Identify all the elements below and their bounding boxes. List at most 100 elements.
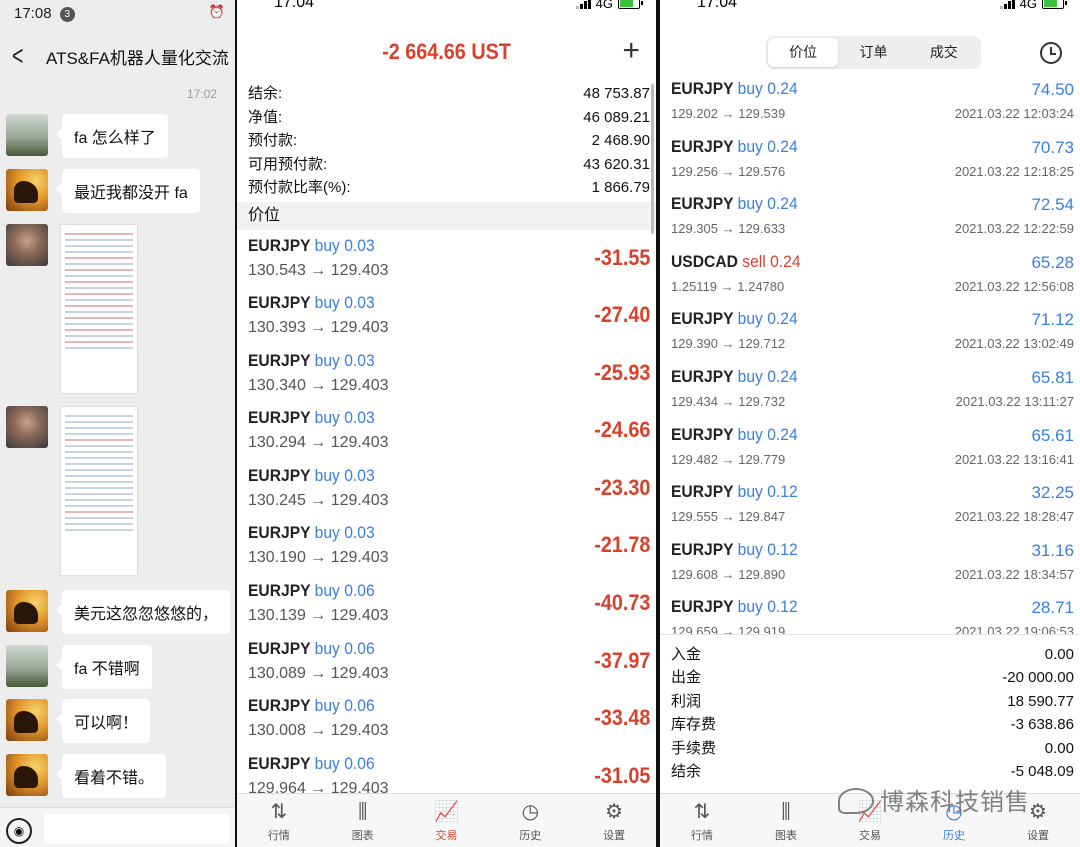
period-clock-icon[interactable] [1040, 42, 1062, 64]
position-row[interactable]: EURJPY buy 0.03 130.294 → 129.403 -24.66 [237, 402, 656, 460]
totals-row: 出金 -20 000.00 [671, 666, 1074, 689]
deal-profit: 65.81 [1031, 367, 1074, 387]
deal-row[interactable]: USDCAD sell 0.24 1.25119 → 1.24780 65.28 20… [660, 247, 1080, 305]
avatar[interactable] [6, 224, 48, 266]
deal-date: 2021.03.22 12:18:25 [954, 163, 1074, 179]
nav-label: 图表 [351, 830, 374, 842]
nav-quotes[interactable]: ⇅ 行情 [237, 794, 321, 847]
deal-row[interactable]: EURJPY buy 0.24 129.305 → 129.633 72.54 202… [660, 189, 1080, 247]
deal-row[interactable]: EURJPY buy 0.24 129.482 → 129.779 65.61 202… [660, 420, 1080, 478]
position-row[interactable]: EURJPY buy 0.03 130.393 → 129.403 -27.40 [237, 287, 656, 345]
scrollbar[interactable] [651, 84, 654, 234]
symbol-name: EURJPY [671, 79, 734, 98]
nav-trade[interactable]: 📈 交易 [405, 794, 489, 847]
account-summary: 结余: 48 753.87 净值: 46 089.21 预付款: 2 468.90 可… [237, 82, 656, 200]
symbol-name: USDCAD [671, 251, 738, 271]
status-time: 17:04 [697, 0, 738, 11]
position-row[interactable]: EURJPY buy 0.03 130.543 → 129.403 -31.55 [237, 230, 656, 288]
nav-label: 行情 [691, 830, 713, 842]
position-symbol: EURJPY buy 0.03 [248, 351, 375, 371]
position-row[interactable]: EURJPY buy 0.06 130.089 → 129.403 -37.97 [237, 633, 656, 691]
signal-icon [575, 0, 591, 9]
position-symbol: EURJPY buy 0.03 [248, 293, 375, 313]
totals-value: 0.00 [1044, 739, 1074, 757]
position-row[interactable]: EURJPY buy 0.03 130.340 → 129.403 -25.93 [237, 345, 656, 403]
avatar[interactable] [6, 406, 48, 448]
totals-label: 利润 [671, 692, 702, 710]
deal-row[interactable]: EURJPY buy 0.12 129.555 → 129.847 32.25 202… [660, 477, 1080, 535]
symbol-name: EURJPY [671, 309, 734, 329]
floating-pl-total: -2 664.66 UST [382, 39, 511, 64]
nav-chart[interactable]: ⫼ 图表 [744, 794, 828, 847]
message-input[interactable] [44, 814, 229, 844]
history-icon: ◷ [521, 801, 540, 823]
position-pl: -27.40 [593, 302, 650, 328]
nav-history[interactable]: ◷ 历史 [488, 794, 572, 847]
nav-settings[interactable]: ⚙ 设置 [572, 794, 656, 847]
back-icon[interactable]: < [12, 40, 40, 72]
totals-label: 手续费 [671, 739, 717, 757]
symbol-name: EURJPY [671, 424, 734, 444]
battery-icon [1042, 0, 1067, 9]
avatar[interactable] [6, 699, 48, 741]
deal-row[interactable]: EURJPY buy 0.24 129.390 → 129.712 71.12 202… [660, 304, 1080, 362]
screenshot-thumbnail[interactable] [60, 406, 138, 576]
avatar[interactable] [6, 754, 48, 796]
summary-value: 43 620.31 [583, 155, 650, 173]
summary-label: 预付款比率(%): [248, 179, 351, 196]
screenshot-thumbnail[interactable] [60, 224, 138, 394]
summary-label: 预付款: [248, 132, 298, 149]
position-row[interactable]: EURJPY buy 0.06 130.008 → 129.403 -33.48 [237, 690, 656, 748]
summary-label: 可用预付款: [248, 155, 328, 173]
message-bubble[interactable]: fa 怎么样了 [56, 114, 168, 158]
position-prices: 130.294 → 129.403 [248, 434, 389, 452]
chat-message: 可以啊！ [6, 699, 151, 743]
deal-prices: 129.608 → 129.890 [671, 566, 786, 582]
tab-orders[interactable]: 订单 [838, 38, 908, 67]
symbol-name: EURJPY [671, 136, 734, 156]
totals-label: 库存费 [671, 716, 717, 734]
nav-quotes[interactable]: ⇅ 行情 [660, 794, 744, 847]
deal-row[interactable]: EURJPY buy 0.24 129.434 → 129.732 65.81 202… [660, 362, 1080, 420]
position-side: buy 0.06 [314, 753, 375, 773]
deal-date: 2021.03.22 19:06:53 [954, 624, 1074, 634]
message-bubble[interactable]: 可以啊！ [55, 699, 151, 743]
avatar[interactable] [6, 169, 48, 211]
nav-chart[interactable]: ⫼ 图表 [321, 794, 405, 847]
position-side: buy 0.06 [314, 581, 375, 601]
summary-value: 1 866.79 [591, 179, 650, 196]
position-row[interactable]: EURJPY buy 0.06 130.139 → 129.403 -40.73 [237, 575, 656, 633]
message-bubble[interactable]: fa 不错啊 [56, 645, 152, 689]
totals-value: 0.00 [1044, 646, 1074, 663]
position-row[interactable]: EURJPY buy 0.03 130.245 → 129.403 -23.30 [237, 460, 656, 518]
voice-icon[interactable]: ◉ [6, 818, 32, 844]
tab-deals[interactable]: 成交 [909, 38, 979, 67]
avatar[interactable] [6, 114, 48, 156]
summary-label: 结余: [248, 85, 283, 102]
position-prices: 130.089 → 129.403 [248, 664, 389, 682]
position-row[interactable]: EURJPY buy 0.03 130.190 → 129.403 -21.78 [237, 517, 656, 575]
deal-symbol: EURJPY buy 0.12 [671, 482, 798, 502]
deal-row[interactable]: EURJPY buy 0.24 129.202 → 129.539 74.50 202… [660, 74, 1080, 132]
deal-prices: 129.256 → 129.576 [671, 163, 786, 179]
position-pl: -31.05 [593, 762, 650, 788]
tab-positions[interactable]: 价位 [768, 38, 839, 67]
deal-profit: 70.73 [1031, 137, 1074, 157]
avatar[interactable] [6, 645, 48, 687]
add-order-icon[interactable]: + [622, 36, 640, 66]
deal-row[interactable]: EURJPY buy 0.24 129.256 → 129.576 70.73 202… [660, 132, 1080, 190]
positions-section-header: 价位 [237, 201, 656, 230]
avatar[interactable] [6, 590, 48, 632]
alarm-icon: ⏰ [208, 4, 225, 19]
signal-icon [999, 0, 1015, 9]
deal-row[interactable]: EURJPY buy 0.12 129.659 → 129.919 28.71 202… [660, 592, 1080, 634]
message-bubble[interactable]: 看着不错。 [55, 754, 167, 798]
message-bubble[interactable]: 美元这忽忽悠悠的， [55, 590, 231, 634]
deal-profit: 28.71 [1031, 598, 1074, 618]
symbol-name: EURJPY [671, 194, 734, 214]
status-bar: 17:04 4G [237, 0, 656, 22]
summary-value: 46 089.21 [583, 108, 650, 126]
deal-row[interactable]: EURJPY buy 0.12 129.608 → 129.890 31.16 202… [660, 535, 1080, 593]
deal-side: buy 0.24 [737, 424, 798, 444]
message-bubble[interactable]: 最近我都没开 fa [56, 169, 200, 213]
